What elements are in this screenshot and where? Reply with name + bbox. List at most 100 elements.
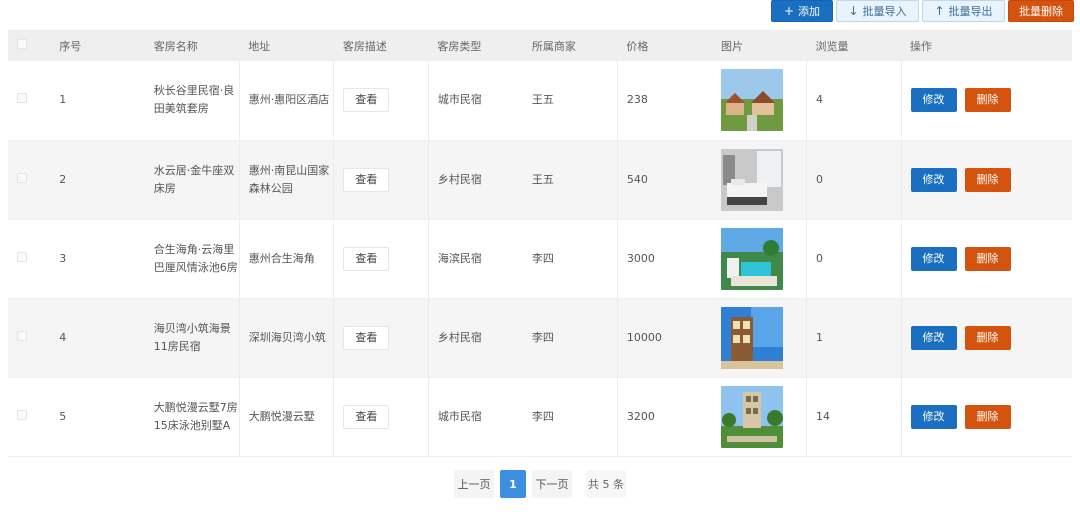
batch-delete-button[interactable]: 批量删除 xyxy=(1008,0,1074,22)
arrow-down-icon: ↓ xyxy=(848,4,859,18)
cell-price: 3000 xyxy=(617,219,712,299)
cell-index: 1 xyxy=(50,61,145,141)
cell-desc: 查看 xyxy=(333,298,429,378)
batch-export-button[interactable]: ↑ 批量导出 xyxy=(922,0,1005,22)
table-header-row: 序号 客房名称 地址 客房描述 客房类型 所属商家 价格 图片 浏览量 操作 xyxy=(8,30,1072,61)
view-button[interactable]: 查看 xyxy=(343,246,390,271)
header-merchant: 所属商家 xyxy=(522,30,618,61)
edit-button[interactable]: 修改 xyxy=(910,325,957,350)
cell-views: 0 xyxy=(806,140,902,220)
header-index: 序号 xyxy=(50,30,145,61)
delete-button[interactable]: 删除 xyxy=(964,88,1011,113)
prev-page-button[interactable]: 上一页 xyxy=(454,470,494,498)
view-button[interactable]: 查看 xyxy=(343,404,390,429)
room-thumbnail[interactable] xyxy=(720,385,783,448)
cell-type: 乡村民宿 xyxy=(428,140,523,220)
cell-desc: 查看 xyxy=(333,219,429,299)
edit-button[interactable]: 修改 xyxy=(910,404,957,429)
cell-image xyxy=(711,219,807,299)
row-checkbox[interactable] xyxy=(17,251,27,262)
delete-button[interactable]: 删除 xyxy=(964,404,1011,429)
header-price: 价格 xyxy=(617,30,712,61)
delete-button[interactable]: 删除 xyxy=(964,246,1011,271)
room-thumbnail[interactable] xyxy=(720,69,783,132)
cell-desc: 查看 xyxy=(333,140,429,220)
cell-index: 2 xyxy=(50,140,145,220)
cell-type: 城市民宿 xyxy=(428,61,523,141)
header-desc: 客房描述 xyxy=(333,30,429,61)
cell-type: 海滨民宿 xyxy=(428,219,523,299)
cell-price: 3200 xyxy=(617,377,712,457)
delete-button[interactable]: 删除 xyxy=(964,325,1011,350)
cell-address: 大鹏悦漫云墅 xyxy=(239,377,335,457)
cell-name: 大鹏悦漫云墅7房15床泳池别墅A xyxy=(144,377,240,457)
cell-address: 惠州·南昆山国家森林公园 xyxy=(239,140,335,220)
cell-name: 秋长谷里民宿·良田美筑套房 xyxy=(144,61,240,141)
view-button[interactable]: 查看 xyxy=(343,88,390,113)
cell-views: 4 xyxy=(806,61,902,141)
cell-index: 5 xyxy=(50,377,145,457)
next-page-button[interactable]: 下一页 xyxy=(532,470,572,498)
room-thumbnail[interactable] xyxy=(720,227,783,290)
cell-type: 乡村民宿 xyxy=(428,298,523,378)
batch-delete-label: 批量删除 xyxy=(1019,5,1063,18)
cell-desc: 查看 xyxy=(333,61,429,141)
arrow-up-icon: ↑ xyxy=(934,4,945,18)
row-checkbox[interactable] xyxy=(17,330,27,341)
row-checkbox[interactable] xyxy=(17,172,27,183)
cell-image xyxy=(711,61,807,141)
table-row: 3 合生海角·云海里巴厘风情泳池6房 惠州合生海角 查看 海滨民宿 李四 300… xyxy=(8,219,1072,299)
room-table: 序号 客房名称 地址 客房描述 客房类型 所属商家 价格 图片 浏览量 操作 1… xyxy=(8,30,1072,457)
edit-button[interactable]: 修改 xyxy=(910,167,957,192)
cell-merchant: 李四 xyxy=(522,219,618,299)
room-thumbnail[interactable] xyxy=(720,148,783,211)
cell-index: 4 xyxy=(50,298,145,378)
table-row: 4 海贝湾小筑海景11房民宿 深圳海贝湾小筑 查看 乡村民宿 李四 10000 xyxy=(8,298,1072,378)
cell-image xyxy=(711,298,807,378)
plus-icon: + xyxy=(783,4,795,18)
cell-index: 3 xyxy=(50,219,145,299)
pagination: 上一页 1 下一页 共 5 条 xyxy=(0,470,1080,498)
edit-button[interactable]: 修改 xyxy=(910,246,957,271)
total-count: 共 5 条 xyxy=(586,470,626,498)
page-1-button[interactable]: 1 xyxy=(500,470,526,498)
row-checkbox[interactable] xyxy=(17,409,27,420)
cell-image xyxy=(711,140,807,220)
batch-export-label: 批量导出 xyxy=(948,5,993,18)
cell-merchant: 李四 xyxy=(522,298,618,378)
select-all-cell xyxy=(8,30,51,61)
view-button[interactable]: 查看 xyxy=(343,167,390,192)
delete-button[interactable]: 删除 xyxy=(964,167,1011,192)
cell-desc: 查看 xyxy=(333,377,429,457)
cell-ops: 修改 删除 xyxy=(901,377,1072,457)
header-views: 浏览量 xyxy=(806,30,902,61)
header-address: 地址 xyxy=(239,30,334,61)
cell-merchant: 李四 xyxy=(522,377,618,457)
header-name: 客房名称 xyxy=(144,30,240,61)
batch-import-label: 批量导入 xyxy=(862,5,907,18)
room-thumbnail[interactable] xyxy=(720,306,783,369)
add-button-label: 添加 xyxy=(798,5,821,18)
toolbar: + 添加 ↓ 批量导入 ↑ 批量导出 批量删除 xyxy=(771,0,1074,22)
view-button[interactable]: 查看 xyxy=(343,325,390,350)
cell-address: 深圳海贝湾小筑 xyxy=(239,298,335,378)
cell-name: 水云居·金牛座双床房 xyxy=(144,140,240,220)
edit-button[interactable]: 修改 xyxy=(910,88,957,113)
cell-ops: 修改 删除 xyxy=(901,61,1072,141)
row-checkbox[interactable] xyxy=(17,93,27,104)
cell-merchant: 王五 xyxy=(522,140,618,220)
table-row: 5 大鹏悦漫云墅7房15床泳池别墅A 大鹏悦漫云墅 查看 城市民宿 李四 320… xyxy=(8,377,1072,457)
add-button[interactable]: + 添加 xyxy=(771,0,833,22)
cell-views: 0 xyxy=(806,219,902,299)
cell-price: 540 xyxy=(617,140,712,220)
cell-image xyxy=(711,377,807,457)
header-image: 图片 xyxy=(711,30,807,61)
table-row: 1 秋长谷里民宿·良田美筑套房 惠州·惠阳区酒店 查看 城市民宿 王五 238 … xyxy=(8,61,1072,141)
cell-name: 海贝湾小筑海景11房民宿 xyxy=(144,298,240,378)
cell-address: 惠州·惠阳区酒店 xyxy=(239,61,335,141)
batch-import-button[interactable]: ↓ 批量导入 xyxy=(836,0,919,22)
cell-ops: 修改 删除 xyxy=(901,298,1072,378)
cell-name: 合生海角·云海里巴厘风情泳池6房 xyxy=(144,219,240,299)
cell-ops: 修改 删除 xyxy=(901,140,1072,220)
select-all-checkbox[interactable] xyxy=(17,39,27,49)
